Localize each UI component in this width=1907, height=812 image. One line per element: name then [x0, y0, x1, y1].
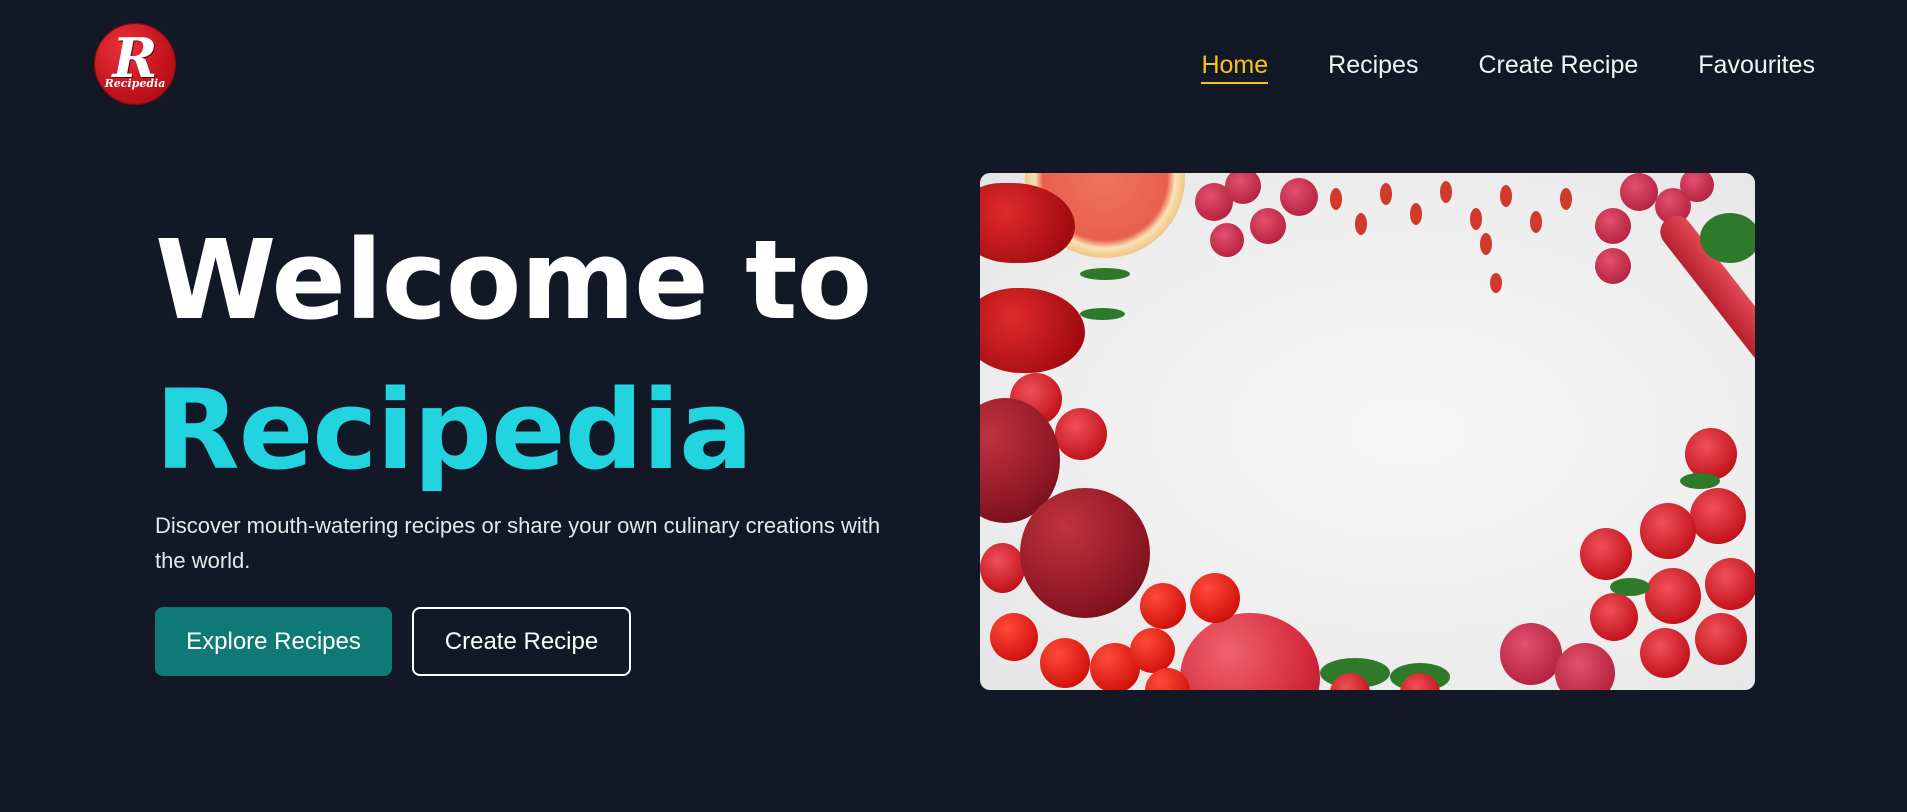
strawberry	[1705, 558, 1755, 610]
nav-home[interactable]: Home	[1201, 48, 1269, 84]
strawberry	[1590, 593, 1638, 641]
strawberry	[1640, 628, 1690, 678]
raspberry	[1595, 248, 1631, 284]
strawberry	[1580, 528, 1632, 580]
cherry-tomato	[1040, 638, 1090, 688]
goji-berry	[1560, 188, 1572, 210]
red-apple	[1180, 613, 1320, 690]
cherry-tomato	[990, 613, 1038, 661]
strawberry-leaves	[1680, 473, 1720, 489]
recipedia-logo[interactable]: R Recipedia	[94, 23, 176, 105]
raspberry	[1620, 173, 1658, 211]
goji-berry	[1410, 203, 1422, 225]
raspberry	[1250, 208, 1286, 244]
hero-image-fruits	[980, 173, 1755, 690]
raspberry	[1595, 208, 1631, 244]
page: R Recipedia Home Recipes Create Recipe F…	[0, 0, 1907, 812]
goji-berry	[1530, 211, 1542, 233]
hero-title-brand: Recipedia	[155, 366, 753, 494]
radish	[1500, 623, 1562, 685]
goji-berry	[1490, 273, 1502, 293]
strawberry	[1690, 488, 1746, 544]
nav-favourites[interactable]: Favourites	[1698, 48, 1815, 84]
goji-berry	[1480, 233, 1492, 255]
cherry-tomato	[1140, 583, 1186, 629]
strawberry	[1685, 428, 1737, 480]
strawberry	[980, 543, 1025, 593]
hero-title: Welcome to Recipedia	[155, 205, 872, 505]
red-apple	[1020, 488, 1150, 618]
pepper-stem	[1080, 268, 1130, 280]
goji-berry	[1440, 181, 1452, 203]
cherry-tomato	[1190, 573, 1240, 623]
hero-title-welcome: Welcome to	[155, 216, 872, 344]
nav-recipes[interactable]: Recipes	[1328, 48, 1418, 84]
red-pepper	[980, 288, 1085, 373]
main-nav: Home Recipes Create Recipe Favourites	[1201, 48, 1815, 84]
pepper-stem	[1080, 308, 1125, 320]
goji-berry	[1330, 188, 1342, 210]
cherry-tomato	[1130, 628, 1175, 673]
explore-recipes-button[interactable]: Explore Recipes	[155, 607, 392, 676]
goji-berry	[1470, 208, 1482, 230]
logo-letter: R	[112, 25, 158, 90]
raspberry	[1680, 173, 1714, 202]
strawberry	[1645, 568, 1701, 624]
logo-text: Recipedia	[104, 76, 166, 90]
raspberry	[1280, 178, 1318, 216]
strawberry-leaves	[1610, 578, 1650, 596]
raspberry	[1225, 173, 1261, 204]
goji-berry	[1380, 183, 1392, 205]
radish	[1555, 643, 1615, 690]
goji-berry	[1355, 213, 1367, 235]
goji-berry	[1500, 185, 1512, 207]
create-recipe-button[interactable]: Create Recipe	[412, 607, 631, 676]
raspberry	[1210, 223, 1244, 257]
strawberry	[1695, 613, 1747, 665]
rhubarb-leaf	[1700, 213, 1755, 263]
hero-description: Discover mouth-watering recipes or share…	[155, 513, 881, 573]
nav-create-recipe[interactable]: Create Recipe	[1478, 48, 1638, 84]
strawberry	[1640, 503, 1696, 559]
strawberry	[1055, 408, 1107, 460]
